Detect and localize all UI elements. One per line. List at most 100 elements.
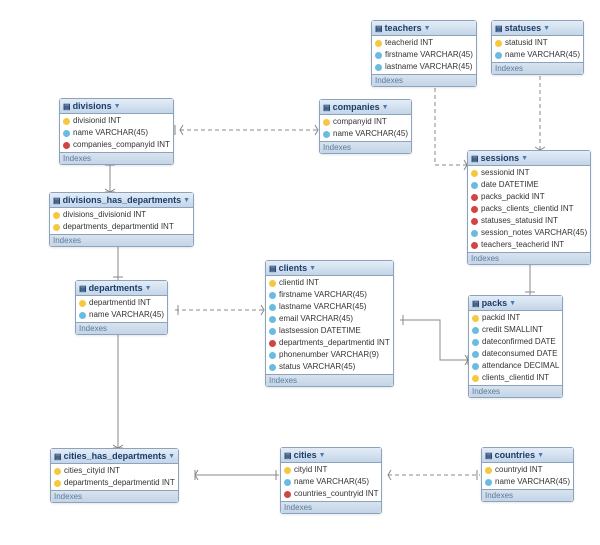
field-icon [323,131,330,138]
primary-key-icon [79,300,86,307]
table-icon: ▤ [53,196,61,205]
field-icon [472,363,479,370]
column-text: attendance DECIMAL [482,360,559,372]
field-icon [375,52,382,59]
column-text: departments_departmentid INT [279,337,390,349]
entity-countries[interactable]: ▤countries▼countryid INTname VARCHAR(45)… [481,447,574,502]
entity-departments[interactable]: ▤departments▼departmentid INTname VARCHA… [75,280,168,335]
column-row: name VARCHAR(45) [492,49,583,61]
foreign-key-icon [471,194,478,201]
column-text: name VARCHAR(45) [89,309,164,321]
column-list: divisions_divisionid INTdepartments_depa… [50,208,193,234]
column-row: packs_clients_clientid INT [468,203,590,215]
column-row: statuses_statusid INT [468,215,590,227]
collapse-icon: ▼ [309,265,316,272]
collapse-icon: ▼ [382,104,389,111]
entity-cities[interactable]: ▤cities▼cityid INTname VARCHAR(45)countr… [280,447,382,514]
column-text: phonenumber VARCHAR(9) [279,349,379,361]
column-text: divisions_divisionid INT [63,209,146,221]
field-icon [472,339,479,346]
column-list: sessionid INTdate DATETIMEpacks_packid I… [468,166,590,252]
entity-header[interactable]: ▤divisions▼ [60,99,173,114]
indexes-footer[interactable]: Indexes [482,489,573,501]
entity-packs[interactable]: ▤packs▼packid INTcredit SMALLINTdateconf… [468,295,563,398]
indexes-footer[interactable]: Indexes [492,62,583,74]
indexes-footer[interactable]: Indexes [320,141,411,153]
entity-header[interactable]: ▤divisions_has_departments▼ [50,193,193,208]
column-row: packid INT [469,312,562,324]
indexes-footer[interactable]: Indexes [266,374,393,386]
table-icon: ▤ [495,24,503,33]
primary-key-icon [323,119,330,126]
table-icon: ▤ [79,284,87,293]
indexes-footer[interactable]: Indexes [76,322,167,334]
column-row: firstname VARCHAR(45) [266,289,393,301]
column-row: companies_companyid INT [60,139,173,151]
indexes-footer[interactable]: Indexes [468,252,590,264]
entity-clients[interactable]: ▤clients▼clientid INTfirstname VARCHAR(4… [265,260,394,387]
table-icon: ▤ [485,451,493,460]
column-text: departments_departmentid INT [63,221,174,233]
entity-header[interactable]: ▤clients▼ [266,261,393,276]
indexes-footer[interactable]: Indexes [372,74,476,86]
foreign-key-icon [63,142,70,149]
entity-header[interactable]: ▤cities_has_departments▼ [51,449,178,464]
column-row: clientid INT [266,277,393,289]
column-text: departmentid INT [89,297,151,309]
column-text: companyid INT [333,116,387,128]
entity-divisions[interactable]: ▤divisions▼divisionid INTname VARCHAR(45… [59,98,174,165]
column-text: email VARCHAR(45) [279,313,353,325]
column-text: credit SMALLINT [482,324,543,336]
entity-teachers[interactable]: ▤teachers▼teacherid INTfirstname VARCHAR… [371,20,477,87]
table-icon: ▤ [269,264,277,273]
primary-key-icon [472,375,479,382]
column-row: name VARCHAR(45) [482,476,573,488]
entity-header[interactable]: ▤statuses▼ [492,21,583,36]
indexes-footer[interactable]: Indexes [51,490,178,502]
table-icon: ▤ [472,299,480,308]
entity-header[interactable]: ▤cities▼ [281,448,381,463]
entity-header[interactable]: ▤sessions▼ [468,151,590,166]
entity-companies[interactable]: ▤companies▼companyid INTname VARCHAR(45)… [319,99,412,154]
column-row: email VARCHAR(45) [266,313,393,325]
column-text: name VARCHAR(45) [505,49,580,61]
field-icon [269,316,276,323]
column-text: name VARCHAR(45) [495,476,570,488]
entity-header[interactable]: ▤departments▼ [76,281,167,296]
field-icon [375,64,382,71]
table-icon: ▤ [54,452,62,461]
column-row: statusid INT [492,37,583,49]
column-row: dateconfirmed DATE [469,336,562,348]
entity-title: sessions [481,153,520,163]
entity-sessions[interactable]: ▤sessions▼sessionid INTdate DATETIMEpack… [467,150,591,265]
entity-cities_has_departments[interactable]: ▤cities_has_departments▼cities_cityid IN… [50,448,179,503]
column-row: name VARCHAR(45) [320,128,411,140]
indexes-footer[interactable]: Indexes [50,234,193,246]
field-icon [269,352,276,359]
column-text: cityid INT [294,464,327,476]
column-row: cities_cityid INT [51,465,178,477]
indexes-footer[interactable]: Indexes [469,385,562,397]
entity-title: teachers [385,23,422,33]
indexes-footer[interactable]: Indexes [60,152,173,164]
entity-header[interactable]: ▤companies▼ [320,100,411,115]
column-row: name VARCHAR(45) [76,309,167,321]
column-list: packid INTcredit SMALLINTdateconfirmed D… [469,311,562,385]
column-row: divisionid INT [60,115,173,127]
column-list: countryid INTname VARCHAR(45) [482,463,573,489]
entity-header[interactable]: ▤teachers▼ [372,21,476,36]
entity-divisions_has_departments[interactable]: ▤divisions_has_departments▼divisions_div… [49,192,194,247]
column-row: packs_packid INT [468,191,590,203]
indexes-footer[interactable]: Indexes [281,501,381,513]
column-text: clients_clientid INT [482,372,549,384]
entity-header[interactable]: ▤packs▼ [469,296,562,311]
column-text: lastsession DATETIME [279,325,361,337]
entity-title: departments [89,283,143,293]
field-icon [269,328,276,335]
primary-key-icon [63,118,70,125]
entity-header[interactable]: ▤countries▼ [482,448,573,463]
collapse-icon: ▼ [537,452,544,459]
field-icon [485,479,492,486]
entity-statuses[interactable]: ▤statuses▼statusid INTname VARCHAR(45)In… [491,20,584,75]
column-text: packs_clients_clientid INT [481,203,573,215]
